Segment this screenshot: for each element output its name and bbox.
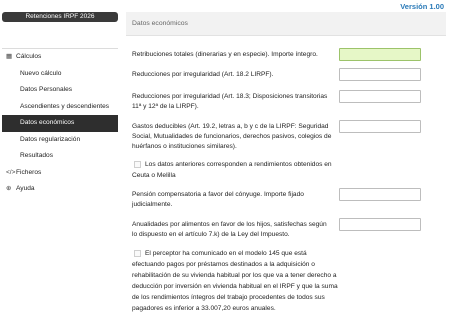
calculator-icon: ▦ bbox=[6, 53, 13, 60]
sidebar-item-datos-regularizacion[interactable]: Datos regularización bbox=[2, 132, 118, 149]
field-gastos: Gastos deducibles (Art. 19.2, letras a, … bbox=[132, 120, 422, 152]
field-reducciones-18-3: Reducciones por irregularidad (Art. 18.3… bbox=[132, 90, 422, 112]
anualidades-input[interactable] bbox=[339, 218, 421, 231]
reducciones-18-2-input[interactable] bbox=[339, 68, 421, 81]
field-retribuciones: Retribuciones totales (dinerarias y en e… bbox=[132, 48, 422, 61]
plus-circle-icon: ⊕ bbox=[6, 185, 12, 192]
sidebar-item-datos-personales[interactable]: Datos Personales bbox=[2, 82, 118, 99]
sidebar-item-label: Ficheros bbox=[16, 168, 42, 176]
field-label: Gastos deducibles (Art. 19.2, letras a, … bbox=[132, 123, 332, 150]
sidebar-item-label: Ayuda bbox=[16, 185, 35, 192]
field-anualidades: Anualidades por alimentos en favor de lo… bbox=[132, 218, 422, 240]
sidebar: ▦ Cálculos Nuevo cálculo Datos Personales… bbox=[2, 48, 118, 198]
field-label: El perceptor ha comunicado en el modelo … bbox=[132, 250, 338, 312]
field-pension: Pensión compensatoria a favor del cónyug… bbox=[132, 188, 422, 210]
gastos-input[interactable] bbox=[339, 120, 421, 133]
modelo-145-checkbox[interactable] bbox=[134, 249, 141, 257]
sidebar-item-calculos[interactable]: ▦ Cálculos bbox=[2, 49, 118, 66]
field-label: Los datos anteriores corresponden a rend… bbox=[132, 161, 332, 179]
sidebar-item-ficheros[interactable]: </>Ficheros bbox=[2, 165, 118, 182]
sidebar-item-datos-economicos[interactable]: Datos económicos bbox=[2, 115, 118, 132]
sidebar-item-ayuda[interactable]: ⊕ Ayuda bbox=[2, 181, 118, 198]
section-title: Datos económicos bbox=[126, 12, 446, 36]
sidebar-item-label: Cálculos bbox=[16, 53, 42, 60]
retribuciones-input[interactable] bbox=[339, 48, 421, 61]
field-ceuta-melilla: Los datos anteriores corresponden a rend… bbox=[132, 159, 340, 181]
pension-input[interactable] bbox=[339, 188, 421, 201]
sidebar-item-resultados[interactable]: Resultados bbox=[2, 148, 118, 165]
field-label: Retribuciones totales (dinerarias y en e… bbox=[132, 51, 318, 58]
reducciones-18-3-input[interactable] bbox=[339, 90, 421, 103]
sidebar-item-ascendientes[interactable]: Ascendientes y descendientes bbox=[2, 99, 118, 116]
version-label: Versión 1.00 bbox=[400, 2, 444, 11]
field-label: Reducciones por irregularidad (Art. 18.2… bbox=[132, 71, 274, 78]
field-label: Pensión compensatoria a favor del cónyug… bbox=[132, 191, 304, 208]
app-title: Retenciones IRPF 2026 bbox=[2, 12, 118, 22]
main-panel: Datos económicos Retribuciones totales (… bbox=[126, 12, 446, 312]
ceuta-melilla-checkbox[interactable] bbox=[134, 160, 141, 168]
field-modelo-145: El perceptor ha comunicado en el modelo … bbox=[132, 248, 340, 314]
sidebar-item-nuevo-calculo[interactable]: Nuevo cálculo bbox=[2, 66, 118, 83]
code-icon: </> bbox=[6, 168, 16, 176]
field-label: Reducciones por irregularidad (Art. 18.3… bbox=[132, 93, 328, 110]
field-reducciones-18-2: Reducciones por irregularidad (Art. 18.2… bbox=[132, 68, 422, 81]
field-label: Anualidades por alimentos en favor de lo… bbox=[132, 221, 327, 238]
